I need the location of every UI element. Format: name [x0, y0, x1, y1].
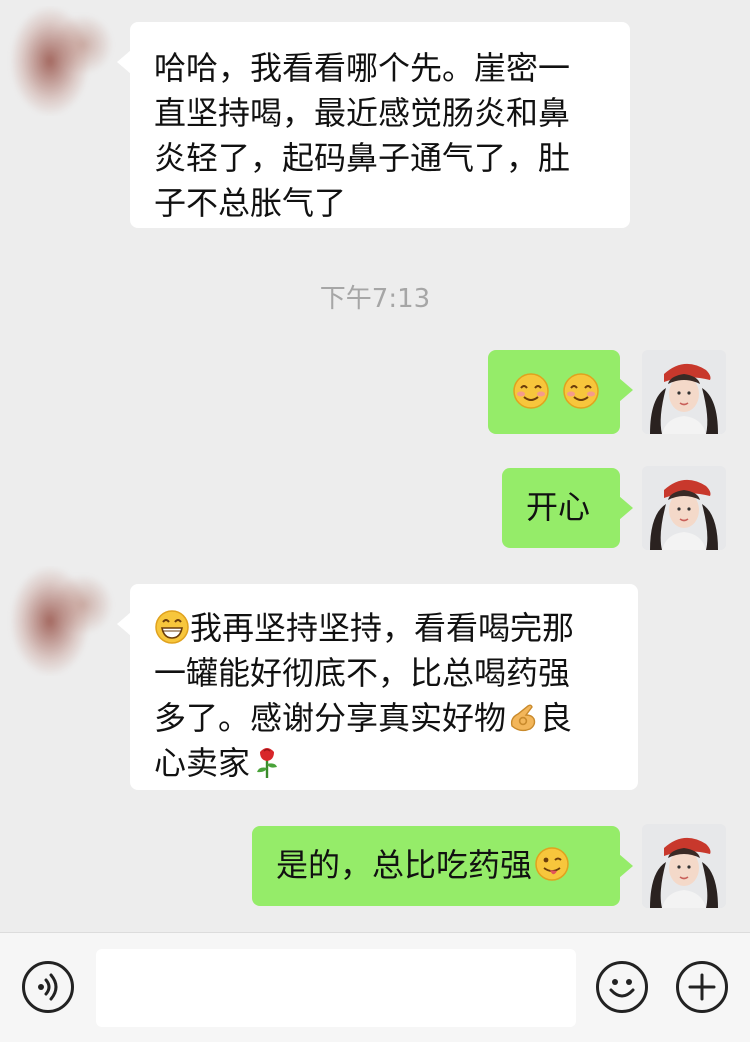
contact-avatar[interactable]: [6, 566, 116, 676]
blush-emoji: [563, 373, 599, 409]
avatar-portrait-icon: [642, 350, 726, 434]
chat-area[interactable]: 哈哈，我看看哪个先。崖密一 直坚持喝，最近感觉肠炎和鼻 炎轻了，起码鼻子通气了，…: [0, 0, 750, 932]
plus-icon: [688, 973, 716, 1001]
more-button[interactable]: [676, 961, 728, 1013]
avatar-portrait-icon: [642, 466, 726, 550]
voice-button[interactable]: [22, 961, 74, 1013]
message-text: 开心: [526, 488, 591, 526]
message-text: 我再坚持坚持，看看喝完那: [190, 609, 575, 647]
message-bubble-sent[interactable]: 是的，总比吃药强: [252, 826, 633, 906]
message-bubble-received[interactable]: 哈哈，我看看哪个先。崖密一 直坚持喝，最近感觉肠炎和鼻 炎轻了，起码鼻子通气了，…: [117, 22, 630, 228]
message-input[interactable]: [96, 949, 576, 1027]
message-line: 我再坚持坚持，看看喝完那: [154, 606, 638, 651]
my-avatar[interactable]: [642, 466, 726, 550]
smiley-icon: [609, 979, 635, 998]
message-text: 多了。感谢分享真实好物: [154, 699, 507, 737]
my-avatar[interactable]: [642, 350, 726, 434]
message-text: 哈哈，我看看哪个先。崖密一 直坚持喝，最近感觉肠炎和鼻 炎轻了，起码鼻子通气了，…: [154, 49, 571, 222]
rose-emoji: [257, 748, 278, 778]
message-bubble-sent[interactable]: 开心: [502, 468, 633, 548]
message-line: 多了。感谢分享真实好物 良: [154, 696, 638, 741]
timestamp: 下午7:13: [319, 284, 431, 314]
wink-tongue-emoji: [535, 847, 569, 881]
emoji-button[interactable]: [596, 961, 648, 1013]
message-line: 一罐能好彻底不，比总喝药强: [154, 654, 571, 692]
message-text: 良: [540, 699, 573, 737]
voice-icon: [38, 973, 58, 1001]
my-avatar[interactable]: [642, 824, 726, 908]
input-bar: [0, 932, 750, 1042]
message-text: 是的，总比吃药强: [276, 846, 533, 884]
grin-emoji: [155, 610, 189, 644]
ok-hand-emoji: [510, 704, 536, 732]
message-bubble-received[interactable]: 我再坚持坚持，看看喝完那 一罐能好彻底不，比总喝药强 多了。感谢分享真实好物 良…: [117, 584, 638, 790]
blush-emoji: [513, 373, 549, 409]
message-line: 心卖家: [154, 741, 638, 786]
avatar-portrait-icon: [642, 824, 726, 908]
message-text: 心卖家: [154, 744, 251, 782]
message-bubble-sent[interactable]: [488, 350, 633, 434]
contact-avatar[interactable]: [6, 6, 116, 116]
